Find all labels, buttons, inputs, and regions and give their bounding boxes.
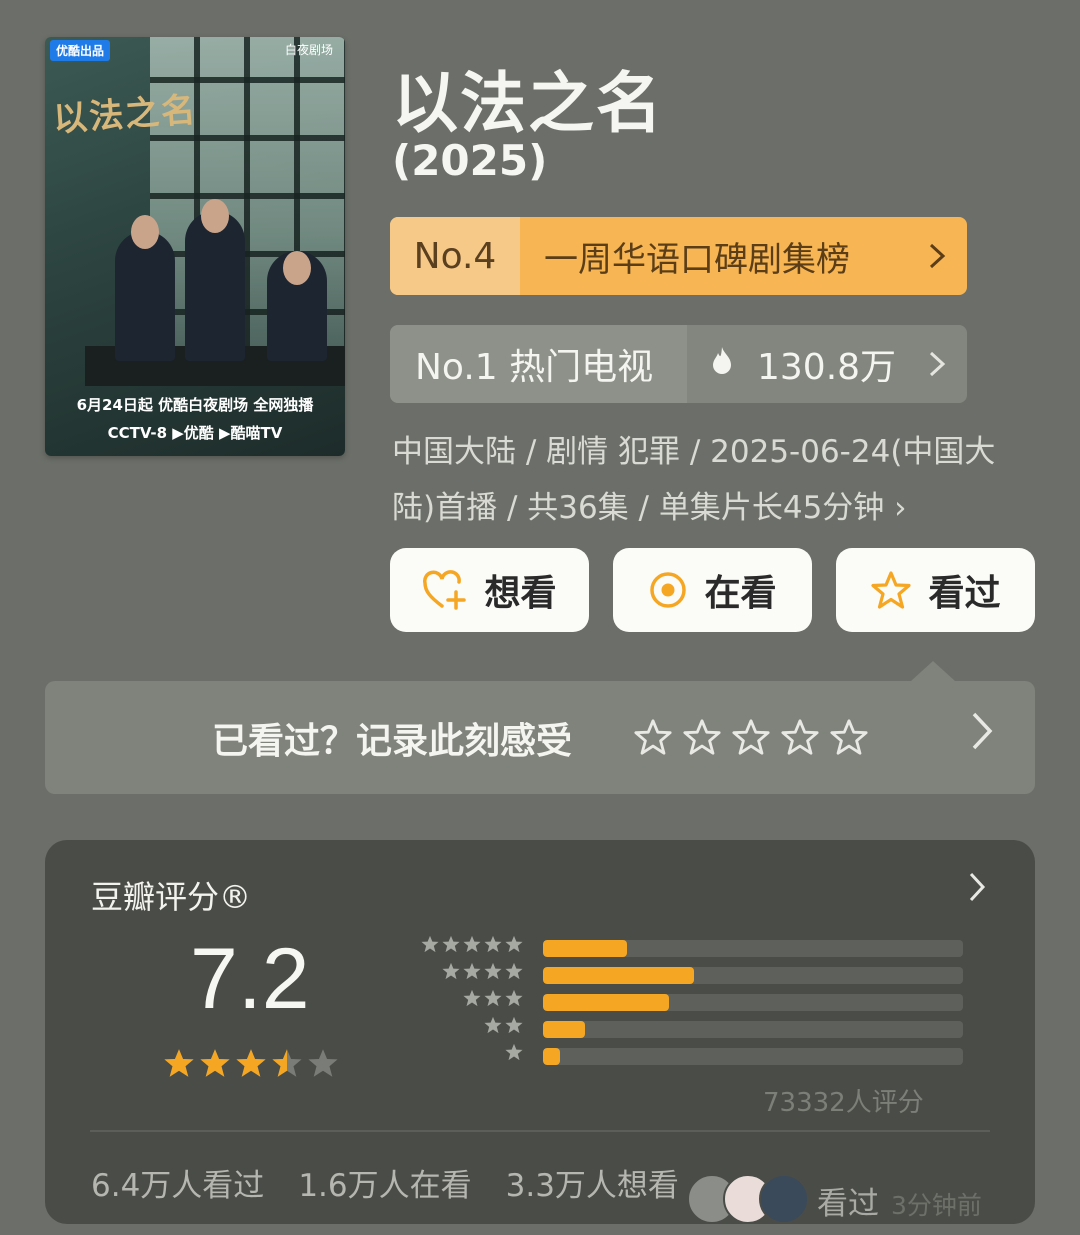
poster-figure-head <box>131 215 159 249</box>
divider <box>90 1130 990 1132</box>
heat-value-group: 130.8万 <box>687 325 907 403</box>
poster-title-art: 以法之名 <box>52 90 199 140</box>
star-icon <box>463 989 481 1007</box>
star-icon <box>272 1049 302 1077</box>
star-outline-icon[interactable] <box>780 717 820 757</box>
star-icon <box>505 989 523 1007</box>
release-year: (2025) <box>392 136 548 185</box>
watched-label: 看过 <box>928 573 1001 614</box>
poster-platforms-line: CCTV-8 ▶优酷 ▶酷喵TV <box>107 424 283 442</box>
poster-date-line: 6月24日起 优酷白夜剧场 全网独播 <box>76 396 314 414</box>
chevron-right-icon <box>969 709 995 765</box>
rank-weekly-number: No.4 <box>390 217 520 295</box>
star-icon <box>442 962 460 980</box>
star-icon <box>308 1049 338 1077</box>
star-icon <box>484 989 502 1007</box>
fire-icon <box>709 345 735 383</box>
avatar[interactable] <box>759 1174 809 1224</box>
distribution-row-3 <box>375 989 975 1012</box>
want-label: 想看 <box>484 573 557 614</box>
distribution-row-5 <box>375 935 975 958</box>
stat-watched: 6.4万人看过 <box>91 1168 265 1204</box>
star-icon <box>484 962 502 980</box>
poster-figure-head <box>283 251 311 285</box>
distribution-bar <box>543 1021 963 1038</box>
star-outline-icon <box>870 570 912 610</box>
star-icon <box>505 962 523 980</box>
poster-figure-head <box>201 199 229 233</box>
distribution-stars <box>420 934 525 954</box>
star-outline-icon[interactable] <box>731 717 771 757</box>
poster-figure <box>115 231 175 361</box>
star-icon <box>505 935 523 953</box>
star-outline-icon[interactable] <box>682 717 722 757</box>
distribution-bar-fill <box>543 994 669 1011</box>
star-icon <box>463 962 481 980</box>
distribution-stars <box>483 1015 525 1035</box>
distribution-row-1 <box>375 1043 975 1066</box>
chevron-right-icon <box>907 217 967 295</box>
rating-input-stars[interactable] <box>633 717 869 757</box>
distribution-bar-fill <box>543 967 695 984</box>
rating-score: 7.2 <box>190 931 310 1027</box>
distribution-stars <box>462 988 525 1008</box>
distribution-stars <box>441 961 525 981</box>
distribution-row-4 <box>375 962 975 985</box>
stat-want: 3.3万人想看 <box>505 1168 679 1204</box>
poster-figure <box>185 211 245 361</box>
rating-count: 73332人评分 <box>763 1088 924 1118</box>
record-feeling-bar[interactable]: 已看过？记录此刻感受 <box>45 661 1035 794</box>
stat-watching: 1.6万人在看 <box>298 1168 472 1204</box>
star-icon <box>200 1049 230 1077</box>
poster-brand: 白夜剧场 <box>284 43 333 57</box>
watching-label: 在看 <box>704 573 777 614</box>
star-outline-icon[interactable] <box>829 717 869 757</box>
distribution-bar <box>543 994 963 1011</box>
chevron-right-icon <box>967 870 987 913</box>
callout-notch <box>911 661 955 681</box>
distribution-row-2 <box>375 1016 975 1039</box>
show-meta-info[interactable]: 中国大陆 / 剧情 犯罪 / 2025-06-24(中国大陆)首播 / 共36集… <box>392 424 1032 536</box>
audience-stats: 6.4万人看过 1.6万人在看 3.3万人想看 <box>91 1160 679 1205</box>
rank-weekly-button[interactable]: No.4 一周华语口碑剧集榜 <box>390 217 967 295</box>
star-icon <box>484 1016 502 1034</box>
page-title: 以法之名 <box>392 65 664 142</box>
rating-stars <box>162 1046 340 1080</box>
chevron-right-icon <box>907 325 967 403</box>
distribution-bar <box>543 940 963 957</box>
star-icon <box>236 1049 266 1077</box>
heat-value: 130.8万 <box>757 347 897 388</box>
star-icon <box>484 935 502 953</box>
star-icon <box>463 935 481 953</box>
recent-user-avatars[interactable] <box>687 1174 809 1224</box>
rank-weekly-label: 一周华语口碑剧集榜 <box>544 239 850 280</box>
poster-image[interactable]: 优酷出品 白夜剧场 以法之名 6月24日起 优酷白夜剧场 全网独播 CCTV-8… <box>45 37 345 456</box>
star-outline-icon[interactable] <box>633 717 673 757</box>
record-prompt: 已看过？记录此刻感受 <box>212 720 573 762</box>
distribution-bar-fill <box>543 1021 585 1038</box>
star-icon <box>164 1049 194 1077</box>
rating-title: 豆瓣评分® <box>91 878 252 916</box>
heart-plus-icon <box>422 570 468 610</box>
distribution-bar <box>543 1048 963 1065</box>
star-icon <box>505 1016 523 1034</box>
star-icon <box>505 1043 523 1061</box>
target-icon <box>648 570 688 610</box>
distribution-bar-fill <box>543 1048 560 1065</box>
recent-activity: 看过 3分钟前 <box>817 1178 982 1223</box>
distribution-bar-fill <box>543 940 627 957</box>
distribution-bar <box>543 967 963 984</box>
recent-label: 看过 <box>817 1186 879 1222</box>
distribution-stars <box>504 1042 525 1062</box>
poster-badge: 优酷出品 <box>50 40 111 61</box>
watched-button[interactable]: 看过 <box>836 548 1035 632</box>
rank-hot-button[interactable]: No.1 热门电视 130.8万 <box>390 325 967 403</box>
douban-rating-card[interactable]: 豆瓣评分® 7.2 73332人评分 6.4万人看过 1.6万人在看 3.3万人… <box>45 840 1035 1224</box>
rank-hot-number: No.1 热门电视 <box>390 325 687 403</box>
recent-time: 3分钟前 <box>891 1191 982 1220</box>
want-button[interactable]: 想看 <box>390 548 589 632</box>
star-icon <box>442 935 460 953</box>
watching-button[interactable]: 在看 <box>613 548 812 632</box>
star-icon <box>421 935 439 953</box>
